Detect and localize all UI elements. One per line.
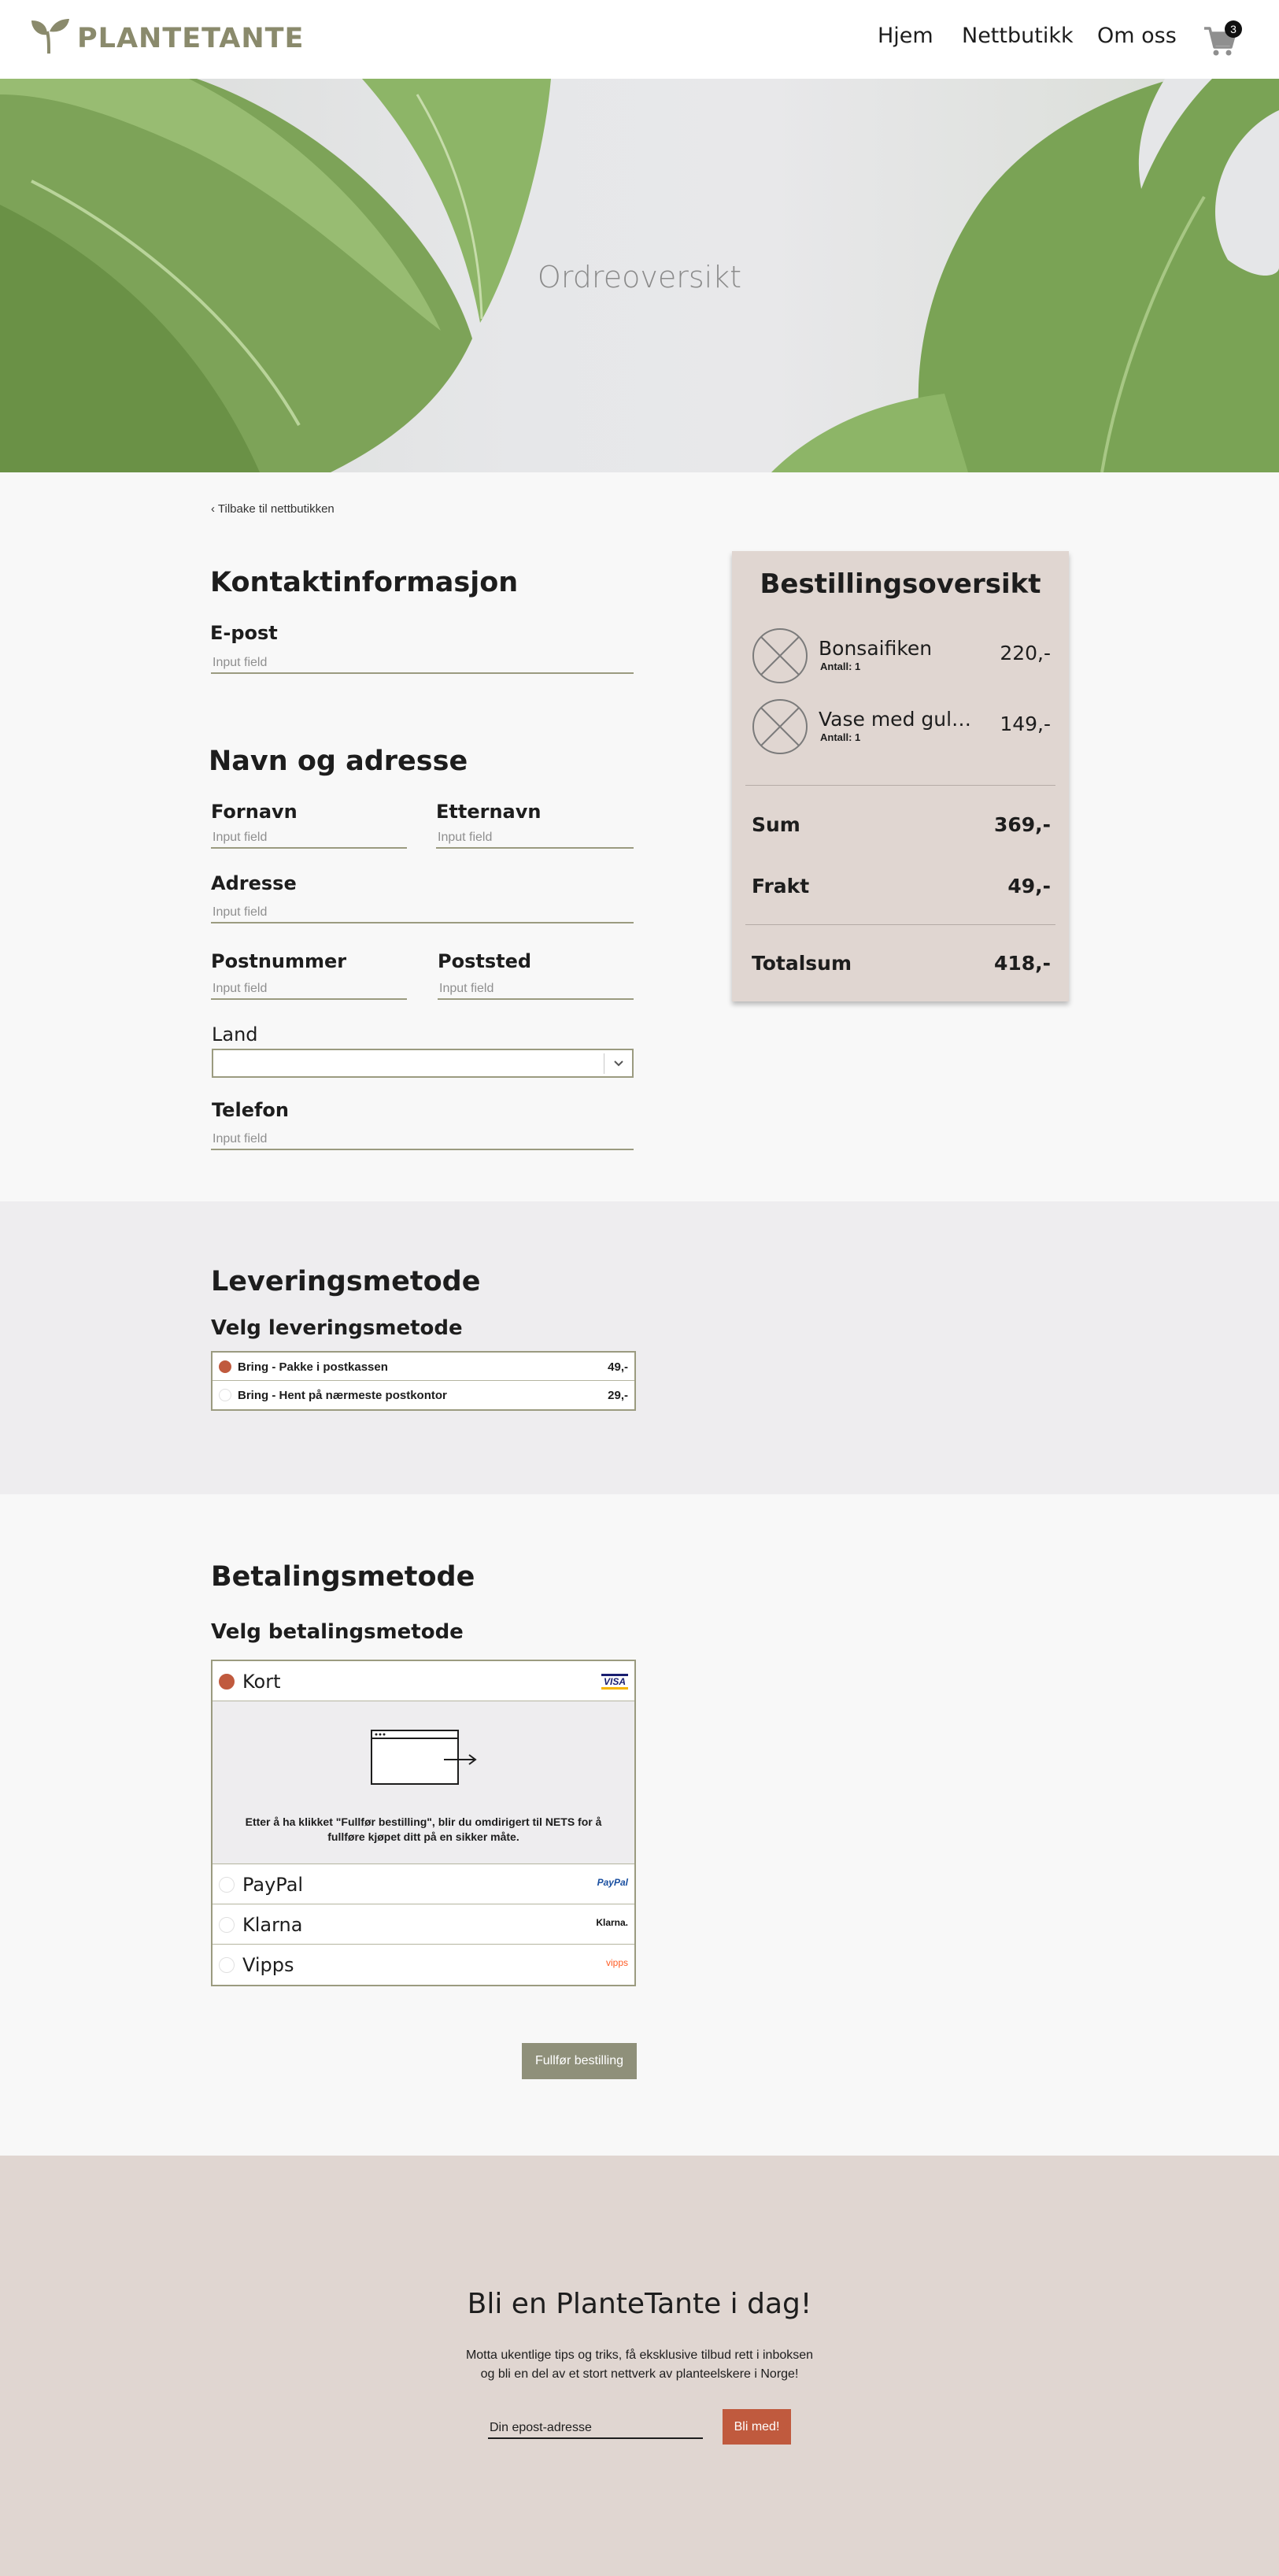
- radio-unselected[interactable]: [219, 1877, 235, 1893]
- country-label: Land: [212, 1023, 258, 1046]
- payment-label: Vipps: [242, 1954, 294, 1976]
- site-header: PLANTETANTE Hjem Nettbutikk Om oss 3: [0, 0, 1279, 79]
- image-placeholder-icon: [752, 698, 808, 755]
- klarna-logo: Klarna.: [596, 1917, 628, 1928]
- newsletter-footer: Bli en PlanteTante i dag! Motta ukentlig…: [0, 2156, 1279, 2576]
- payment-label: Kort: [242, 1671, 281, 1693]
- cart-button[interactable]: 3: [1203, 20, 1244, 58]
- payment-label: PayPal: [242, 1874, 304, 1896]
- option-label: Bring - Hent på nærmeste postkontor: [238, 1389, 447, 1402]
- nav-hjem[interactable]: Hjem: [878, 24, 933, 48]
- shipping-value: 49,-: [1007, 875, 1051, 898]
- divider: [745, 785, 1055, 786]
- radio-selected[interactable]: [219, 1360, 231, 1373]
- payment-option-card[interactable]: Kort VISA: [213, 1661, 634, 1701]
- delivery-option[interactable]: Bring - Pakke i postkassen 49,-: [213, 1353, 634, 1381]
- complete-order-button[interactable]: Fullfør bestilling: [522, 2043, 637, 2079]
- email-field[interactable]: [211, 650, 634, 674]
- phone-label: Telefon: [212, 1099, 289, 1121]
- total-label: Totalsum: [752, 952, 852, 975]
- delivery-options: Bring - Pakke i postkassen 49,- Bring - …: [211, 1351, 636, 1411]
- item-name: Vase med gull...: [819, 708, 972, 731]
- address-label: Adresse: [211, 872, 297, 894]
- shipping-label: Frakt: [752, 875, 810, 898]
- join-button[interactable]: Bli med!: [723, 2409, 791, 2445]
- delivery-heading: Leveringsmetode: [211, 1266, 481, 1297]
- page-title: Ordreoversikt: [537, 260, 742, 294]
- delivery-option[interactable]: Bring - Hent på nærmeste postkontor 29,-: [213, 1381, 634, 1409]
- image-placeholder-icon: [752, 627, 808, 684]
- sum-value: 369,-: [993, 813, 1051, 836]
- total-row: Totalsum 418,-: [752, 952, 1051, 980]
- option-label: Bring - Pakke i postkassen: [238, 1360, 388, 1374]
- option-price: 49,-: [608, 1360, 628, 1374]
- radio-unselected[interactable]: [219, 1389, 231, 1401]
- hero-banner: Ordreoversikt: [0, 79, 1279, 472]
- newsletter-text-line: Motta ukentlige tips og triks, få eksklu…: [465, 2348, 814, 2362]
- country-select[interactable]: [212, 1049, 634, 1078]
- sum-row: Sum 369,-: [752, 813, 1051, 842]
- card-info-panel: Etter å ha klikket "Fullfør bestilling",…: [213, 1701, 634, 1864]
- summary-item: Vase med gull... Antall: 1 149,-: [752, 698, 1051, 758]
- back-to-shop-link[interactable]: ‹ Tilbake til nettbutikken: [211, 502, 335, 516]
- newsletter-email-field[interactable]: [488, 2415, 703, 2439]
- last-name-field[interactable]: [436, 825, 634, 849]
- order-summary: Bestillingsoversikt Bonsaifiken Antall: …: [732, 551, 1069, 1001]
- radio-selected[interactable]: [219, 1674, 235, 1690]
- chevron-left-icon: ‹: [211, 502, 215, 516]
- payment-option-vipps[interactable]: Vipps vipps: [213, 1945, 634, 1985]
- newsletter-text: Motta ukentlige tips og triks, få eksklu…: [0, 2346, 1279, 2384]
- city-field[interactable]: [438, 976, 634, 1000]
- phone-field[interactable]: [211, 1127, 634, 1150]
- card-info-text: Etter å ha klikket "Fullfør bestilling",…: [245, 1815, 602, 1843]
- item-quantity: Antall: 1: [820, 661, 861, 672]
- main-nav: Hjem Nettbutikk Om oss: [0, 24, 1279, 55]
- nav-nettbutikk[interactable]: Nettbutikk: [962, 24, 1074, 48]
- nav-om-oss[interactable]: Om oss: [1097, 24, 1177, 48]
- payment-options: Kort VISA Etter å ha klikket "Fullfør be…: [211, 1660, 636, 1986]
- option-price: 29,-: [608, 1389, 628, 1402]
- shipping-row: Frakt 49,-: [752, 875, 1051, 903]
- radio-unselected[interactable]: [219, 1957, 235, 1973]
- summary-title: Bestillingsoversikt: [760, 568, 1041, 600]
- email-label: E-post: [210, 622, 278, 644]
- newsletter-text-line: og bli en del av et stort nettverk av pl…: [480, 2367, 799, 2381]
- postal-code-label: Postnummer: [211, 950, 347, 972]
- address-field[interactable]: [211, 900, 634, 923]
- item-name: Bonsaifiken: [819, 637, 933, 660]
- radio-unselected[interactable]: [219, 1917, 235, 1933]
- paypal-logo: PayPal: [597, 1877, 628, 1888]
- last-name-label: Etternavn: [436, 801, 542, 823]
- contact-heading: Kontaktinformasjon: [210, 567, 519, 598]
- payment-label: Klarna: [242, 1914, 303, 1936]
- newsletter-title: Bli en PlanteTante i dag!: [467, 2288, 812, 2320]
- back-link-label: Tilbake til nettbutikken: [217, 502, 335, 516]
- address-heading: Navn og adresse: [209, 746, 468, 777]
- total-value: 418,-: [993, 952, 1051, 975]
- chevron-down-icon: [604, 1053, 632, 1074]
- delivery-section: Leveringsmetode Velg leveringsmetode Bri…: [0, 1201, 1279, 1494]
- city-label: Poststed: [438, 950, 532, 972]
- payment-heading: Betalingsmetode: [211, 1561, 475, 1593]
- sum-label: Sum: [752, 813, 800, 836]
- delivery-subheading: Velg leveringsmetode: [211, 1316, 463, 1340]
- summary-item: Bonsaifiken Antall: 1 220,-: [752, 627, 1051, 687]
- payment-subheading: Velg betalingsmetode: [211, 1620, 464, 1644]
- visa-logo: VISA: [601, 1674, 628, 1690]
- vipps-logo: vipps: [605, 1957, 628, 1968]
- first-name-field[interactable]: [211, 825, 407, 849]
- item-price: 220,-: [1000, 642, 1051, 664]
- payment-option-klarna[interactable]: Klarna Klarna.: [213, 1904, 634, 1945]
- payment-option-paypal[interactable]: PayPal PayPal: [213, 1864, 634, 1904]
- item-quantity: Antall: 1: [820, 731, 861, 743]
- first-name-label: Fornavn: [211, 801, 298, 823]
- cart-count-badge: 3: [1225, 20, 1242, 38]
- item-price: 149,-: [1000, 712, 1051, 735]
- divider: [745, 924, 1055, 925]
- postal-code-field[interactable]: [211, 976, 407, 1000]
